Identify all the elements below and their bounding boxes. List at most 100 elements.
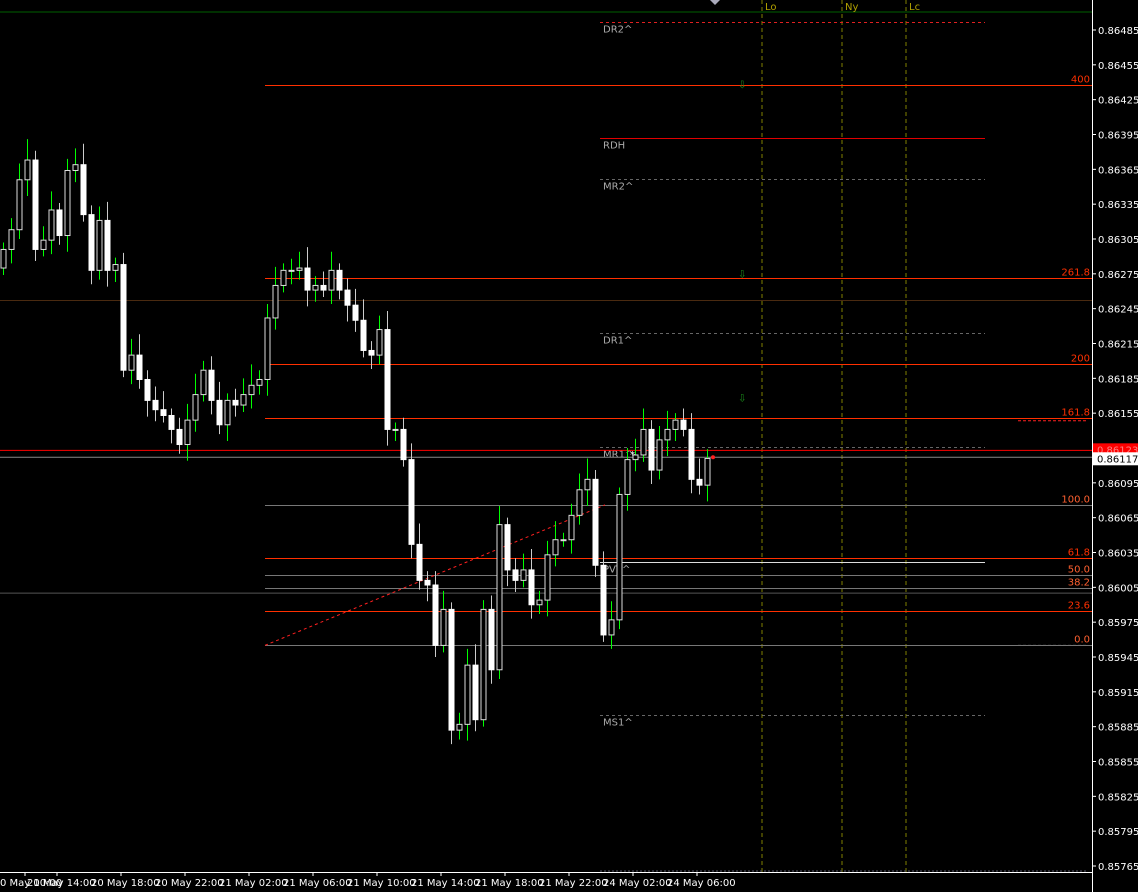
fib-label: 38.2 <box>1068 578 1090 589</box>
candle-body <box>312 284 319 291</box>
candle-body <box>256 378 263 386</box>
candle-body <box>656 439 663 471</box>
x-tick-label: 21 May 14:00 <box>411 878 480 889</box>
candle-body <box>240 394 247 406</box>
candle-body <box>544 554 551 601</box>
candle-body <box>680 419 687 430</box>
y-tick-label: 0.86095 <box>1098 479 1138 490</box>
candle-body <box>320 284 327 291</box>
shift-marker-icon <box>710 0 720 5</box>
candle-body <box>184 419 191 446</box>
y-tick-label: 0.85795 <box>1098 827 1138 838</box>
candle-body <box>192 394 199 421</box>
candle-body <box>160 409 167 416</box>
y-tick-label: 0.86455 <box>1098 61 1138 72</box>
candle-body <box>176 428 183 446</box>
candle-body <box>536 599 543 606</box>
candle-body <box>280 269 287 286</box>
candle-body <box>96 219 103 271</box>
y-tick-label: 0.85975 <box>1098 618 1138 629</box>
candle-body <box>304 267 311 291</box>
candle-body <box>144 378 151 401</box>
y-tick-label: 0.86425 <box>1098 96 1138 107</box>
candle-body <box>208 369 215 401</box>
candle-body <box>296 267 303 271</box>
candle-body <box>448 608 455 731</box>
y-tick-label: 0.85945 <box>1098 653 1138 664</box>
candle-body <box>0 248 7 269</box>
candle-body <box>48 209 55 241</box>
candle-body <box>592 478 599 566</box>
candle-body <box>688 428 695 480</box>
down-arrow-icon: ⇩ <box>738 80 746 91</box>
candle-body <box>640 428 647 456</box>
fib-label: 23.6 <box>1068 601 1090 612</box>
candle-body <box>496 524 503 671</box>
y-tick-label: 0.86035 <box>1098 549 1138 560</box>
y-tick-label: 0.85765 <box>1098 862 1138 873</box>
candle-body <box>40 239 47 250</box>
candle-body <box>384 329 391 430</box>
candle-body <box>648 428 655 471</box>
candle-body <box>264 317 271 380</box>
candle-body <box>568 514 575 541</box>
candle-body <box>576 489 583 516</box>
candle-body <box>456 723 463 731</box>
candle-body <box>696 478 703 486</box>
candle-body <box>584 478 591 491</box>
candle-body <box>328 269 335 291</box>
candle-body <box>104 219 111 271</box>
down-arrow-icon: ⇩ <box>738 269 746 280</box>
fib-label: 0.0 <box>1074 635 1090 646</box>
y-tick-label: 0.86185 <box>1098 374 1138 385</box>
candle-body <box>424 579 431 586</box>
candle-body <box>440 608 447 646</box>
candle-body <box>416 543 423 581</box>
candle-body <box>168 414 175 430</box>
candle-body <box>600 564 607 636</box>
level-label: MR1^ <box>603 450 633 461</box>
y-tick-label: 0.85885 <box>1098 723 1138 734</box>
session-label: Ny <box>845 2 858 13</box>
x-tick-label: 20 May 18:00 <box>91 878 160 889</box>
fib-label: 100.0 <box>1061 495 1090 506</box>
candle-body <box>8 229 15 250</box>
x-tick-label: 21 May 22:00 <box>539 878 608 889</box>
y-tick-label: 0.86395 <box>1098 131 1138 142</box>
candle-body <box>392 428 399 431</box>
candle-body <box>152 399 159 411</box>
y-tick-label: 0.85825 <box>1098 792 1138 803</box>
x-tick-label: 21 May 18:00 <box>475 878 544 889</box>
y-tick-label: 0.86305 <box>1098 235 1138 246</box>
candle-body <box>464 664 471 725</box>
candle-body <box>112 264 119 271</box>
candle-body <box>512 569 519 581</box>
candle-body <box>408 459 415 545</box>
candle-body <box>368 349 375 356</box>
y-tick-label: 0.86155 <box>1098 409 1138 420</box>
candle-body <box>232 399 239 406</box>
fib-label: 61.8 <box>1068 548 1090 559</box>
candle-body <box>128 354 135 371</box>
y-tick-label: 0.86335 <box>1098 200 1138 211</box>
candle-body <box>248 384 255 396</box>
candle-body <box>272 284 279 319</box>
candle-body <box>400 428 407 461</box>
candle-body <box>200 369 207 396</box>
y-tick-label: 0.86005 <box>1098 583 1138 594</box>
candle-body <box>704 457 711 486</box>
price-chart[interactable]: Lo Ny Lc DR2^ 400 RDH MR2^ 261.8 DR1^ 200 161.8 MR1… <box>0 0 1138 892</box>
x-tick-label: 24 May 06:00 <box>667 878 736 889</box>
candle-body <box>72 164 79 171</box>
candle-body <box>608 619 615 636</box>
candle-body <box>616 493 623 621</box>
bid-price-label: 0.86117 <box>1097 454 1138 465</box>
y-tick-label: 0.85855 <box>1098 758 1138 769</box>
y-tick-label: 0.85915 <box>1098 688 1138 699</box>
down-arrow-icon: ⇩ <box>738 394 746 405</box>
y-tick-label: 0.86065 <box>1098 514 1138 525</box>
level-label: MS1^ <box>603 718 633 729</box>
fib-label: 161.8 <box>1061 408 1090 419</box>
candle-body <box>520 569 527 581</box>
candle-body <box>504 524 511 571</box>
